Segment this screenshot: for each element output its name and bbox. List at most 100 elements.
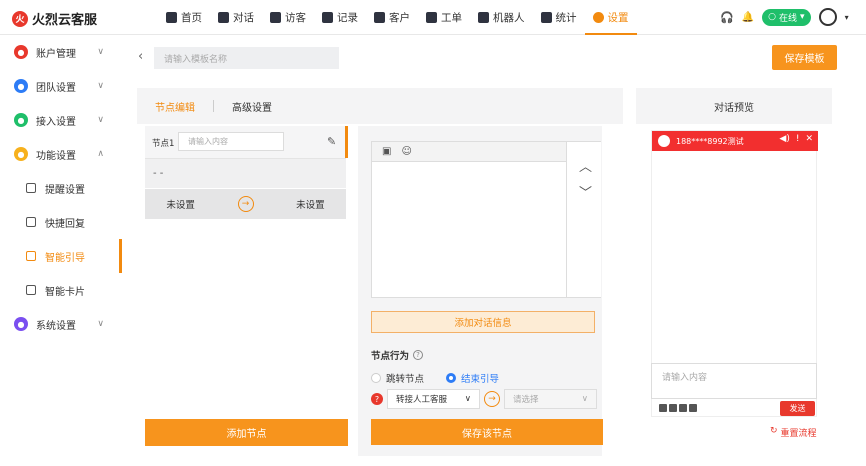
emoji-icon[interactable] xyxy=(659,404,667,412)
caret-down-icon: ▾ xyxy=(800,12,805,22)
node-list: 节点1 请输入内容 ✎ - - 未设置 → 未设置 xyxy=(145,126,348,446)
sidebar-item-account[interactable]: ● 账户管理 ∨ xyxy=(0,35,122,69)
chevron-down-icon: ∨ xyxy=(581,394,588,404)
add-message-button[interactable]: 添加对话信息 xyxy=(371,311,595,333)
bell-icon[interactable]: 🔔 xyxy=(742,12,754,23)
select-value: 转接人工客服 xyxy=(396,395,448,405)
logo-icon: 火 xyxy=(12,10,28,27)
back-icon[interactable]: ‹ xyxy=(138,49,143,64)
refresh-icon: ↻ xyxy=(770,426,778,436)
tab-advanced[interactable]: 高级设置 xyxy=(214,99,290,114)
reset-flow-button[interactable]: ↻ 重置流程 xyxy=(770,426,817,439)
customer-icon xyxy=(374,12,385,23)
tab-node-edit[interactable]: 节点编辑 xyxy=(137,99,213,114)
status-toggle[interactable]: ○ 在线 ▾ xyxy=(762,8,811,26)
help-icon[interactable]: ? xyxy=(413,350,424,360)
quick-reply-icon xyxy=(26,217,36,227)
sidebar-item-label: 提醒设置 xyxy=(45,184,85,196)
gear-icon xyxy=(592,12,604,23)
save-node-button[interactable]: 保存该节点 xyxy=(371,419,603,445)
target-select[interactable]: 请选择 ∨ xyxy=(504,389,597,409)
save-template-button[interactable]: 保存模板 xyxy=(772,45,837,70)
image-icon[interactable] xyxy=(669,404,677,412)
chevron-up-icon: ∧ xyxy=(97,149,104,159)
pencil-icon[interactable]: ✎ xyxy=(327,135,336,148)
avatar[interactable] xyxy=(818,8,837,26)
sidebar-item-team[interactable]: ● 团队设置 ∨ xyxy=(0,69,122,103)
nav-stats-label: 统计 xyxy=(555,12,577,24)
sidebar-item-features[interactable]: ● 功能设置 ∧ xyxy=(0,137,122,171)
node-name-input[interactable]: 请输入内容 xyxy=(178,132,284,151)
node-content: - - xyxy=(145,158,346,188)
editor-order: ︿ ﹀ xyxy=(566,142,601,297)
chat-icon xyxy=(218,12,229,23)
transfer-select[interactable]: 转接人工客服 ∨ xyxy=(387,389,480,409)
sidebar-item-label: 功能设置 xyxy=(36,150,76,162)
preview-header-icons: ◀) ! ✕ xyxy=(779,134,813,144)
sidebar-item-reminder[interactable]: 提醒设置 xyxy=(0,171,122,205)
send-button[interactable]: 发送 xyxy=(780,401,815,416)
folder-icon[interactable] xyxy=(679,404,687,412)
sidebar: ● 账户管理 ∨ ● 团队设置 ∨ ● 接入设置 ∨ ● 功能设置 ∧ 提醒设置 快捷回复 智能… xyxy=(0,35,122,466)
nav-ticket[interactable]: 工单 xyxy=(418,0,470,35)
nav-stats[interactable]: 统计 xyxy=(533,0,585,35)
edit-icon[interactable] xyxy=(689,404,697,412)
select-placeholder: 请选择 xyxy=(513,395,539,405)
nav-record[interactable]: 记录 xyxy=(314,0,366,35)
sidebar-item-label: 智能卡片 xyxy=(45,286,85,298)
volume-icon[interactable]: ◀) xyxy=(779,134,789,144)
chevron-down-icon: ∨ xyxy=(97,319,104,329)
brand-name: 火烈云客服 xyxy=(32,13,98,28)
template-name-input[interactable]: 请输入模板名称 xyxy=(154,47,339,69)
add-node-button[interactable]: 添加节点 xyxy=(145,419,348,446)
radio-label: 结束引导 xyxy=(461,374,500,385)
chevron-down-icon: ∨ xyxy=(97,47,104,57)
preview-header: 188****8992测试 ◀) ! ✕ xyxy=(652,131,818,151)
action-row: ? 转接人工客服 ∨ → 请选择 ∨ xyxy=(371,389,597,409)
nav-home-label: 首页 xyxy=(181,12,202,24)
sidebar-item-label: 团队设置 xyxy=(36,82,76,94)
main-nav: 首页 对话 访客 记录 客户 工单 机器人 统计 设置 xyxy=(158,0,637,35)
nav-home[interactable]: 首页 xyxy=(158,0,210,35)
nav-visitor-label: 访客 xyxy=(285,12,306,24)
image-icon[interactable]: ▣ xyxy=(382,146,391,157)
editor-toolbar: ▣ ☺ xyxy=(372,142,566,162)
node-editor: ▣ ☺ ︿ ﹀ 添加对话信息 节点行为? 跳转节点 结束引导 ? 转接人工客服 ∨… xyxy=(358,126,602,456)
record-icon xyxy=(322,12,333,23)
emoji-icon[interactable]: ☺ xyxy=(401,146,411,157)
radio-circle xyxy=(371,373,381,383)
sidebar-item-access[interactable]: ● 接入设置 ∨ xyxy=(0,103,122,137)
arrow-right-icon: → xyxy=(237,196,254,212)
sidebar-item-smart-guide[interactable]: 智能引导 xyxy=(0,239,122,273)
nav-customer[interactable]: 客户 xyxy=(366,0,418,35)
brand-logo[interactable]: 火 火烈云客服 xyxy=(12,9,97,28)
condition-left: 未设置 xyxy=(166,200,195,211)
chevron-down-icon[interactable]: ﹀ xyxy=(579,182,592,201)
avatar-caret-icon[interactable]: ▾ xyxy=(845,13,849,22)
sidebar-item-smart-card[interactable]: 智能卡片 xyxy=(0,273,122,307)
node-condition[interactable]: 未设置 → 未设置 xyxy=(145,189,346,219)
node-item[interactable]: 节点1 请输入内容 ✎ xyxy=(145,126,348,158)
nav-visitor[interactable]: 访客 xyxy=(262,0,314,35)
close-icon[interactable]: ✕ xyxy=(805,134,813,144)
preview-input[interactable]: 请输入内容 xyxy=(651,363,817,399)
nav-customer-label: 客户 xyxy=(389,12,410,24)
nav-robot[interactable]: 机器人 xyxy=(470,0,533,35)
node-behavior-label: 节点行为? xyxy=(371,348,424,362)
radio-jump[interactable]: 跳转节点 xyxy=(371,371,424,385)
sidebar-item-quick-reply[interactable]: 快捷回复 xyxy=(0,205,122,239)
access-icon: ● xyxy=(14,113,28,127)
top-right-tools: 🎧 🔔 ○ 在线 ▾ ▾ xyxy=(720,8,849,26)
radio-circle xyxy=(446,373,457,383)
info-icon[interactable]: ! xyxy=(796,134,800,144)
headset-icon[interactable]: 🎧 xyxy=(720,11,734,24)
status-label: 在线 xyxy=(779,13,798,24)
nav-settings[interactable]: 设置 xyxy=(584,0,637,35)
sidebar-item-system[interactable]: ● 系统设置 ∨ xyxy=(0,307,122,341)
features-icon: ● xyxy=(14,147,28,161)
radio-end[interactable]: 结束引导 xyxy=(446,371,499,385)
chevron-up-icon[interactable]: ︿ xyxy=(579,156,592,175)
nav-chat[interactable]: 对话 xyxy=(210,0,262,35)
sidebar-item-label: 接入设置 xyxy=(36,116,76,128)
message-editor[interactable]: ▣ ☺ ︿ ﹀ xyxy=(371,141,601,298)
